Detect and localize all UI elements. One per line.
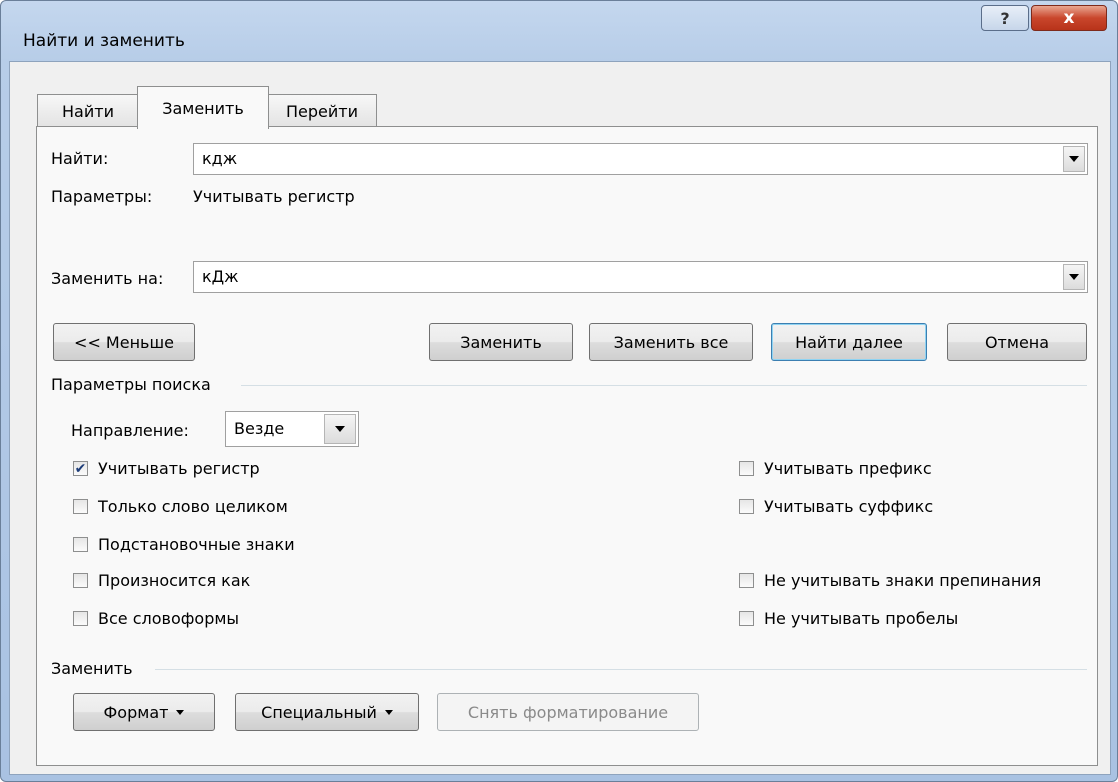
close-button[interactable]: x xyxy=(1031,5,1107,31)
checkbox-box[interactable] xyxy=(739,499,754,514)
dialog-body: Найти Заменить Перейти Найти: кдж Параме… xyxy=(9,61,1111,775)
less-button[interactable]: << Меньше xyxy=(53,323,195,361)
checkbox-ignore-whitespace[interactable]: Не учитывать пробелы xyxy=(739,609,958,628)
find-input[interactable]: кдж xyxy=(202,149,237,168)
checkbox-ignore-punctuation[interactable]: Не учитывать знаки препинания xyxy=(739,571,1041,590)
tab-goto[interactable]: Перейти xyxy=(267,94,377,127)
replace-group-divider xyxy=(155,669,1087,670)
chevron-down-icon xyxy=(1069,274,1079,280)
replace-group-heading: Заменить xyxy=(51,659,133,678)
find-next-button-label: Найти далее xyxy=(795,332,903,352)
cancel-button[interactable]: Отмена xyxy=(947,323,1087,361)
checkbox-label: Не учитывать знаки препинания xyxy=(764,571,1042,590)
params-value: Учитывать регистр xyxy=(193,187,355,206)
format-button[interactable]: Формат xyxy=(73,693,215,731)
direction-label: Направление: xyxy=(71,421,189,440)
checkbox-label: Учитывать регистр xyxy=(98,459,260,478)
checkbox-box[interactable] xyxy=(73,499,88,514)
cancel-button-label: Отмена xyxy=(984,332,1050,352)
checkbox-box[interactable]: ✔ xyxy=(73,461,88,476)
params-label: Параметры: xyxy=(51,187,153,206)
help-button[interactable]: ? xyxy=(981,5,1029,31)
search-options-divider xyxy=(241,385,1087,386)
clear-formatting-button-label: Снять форматирование xyxy=(467,702,669,722)
checkbox-box[interactable] xyxy=(73,573,88,588)
less-button-label: << Меньше xyxy=(74,332,174,352)
replace-input[interactable]: кДж xyxy=(202,267,239,286)
replace-button[interactable]: Заменить xyxy=(429,323,573,361)
checkbox-box[interactable] xyxy=(73,537,88,552)
clear-formatting-button: Снять форматирование xyxy=(437,693,699,731)
close-icon: x xyxy=(1063,8,1075,28)
replace-all-button-label: Заменить все xyxy=(613,332,729,352)
direction-dropdown-button[interactable] xyxy=(324,414,356,444)
tab-goto-label: Перейти xyxy=(286,101,358,121)
checkbox-box[interactable] xyxy=(739,611,754,626)
tab-replace-label: Заменить xyxy=(162,98,244,118)
find-dropdown-button[interactable] xyxy=(1063,146,1085,172)
checkbox-word-forms[interactable]: Все словоформы xyxy=(73,609,239,628)
title-bar[interactable]: Найти и заменить ? x xyxy=(1,1,1117,61)
chevron-down-icon xyxy=(1069,156,1079,162)
checkbox-label: Не учитывать пробелы xyxy=(764,609,959,628)
find-replace-dialog: Найти и заменить ? x Найти Заменить Пере… xyxy=(0,0,1118,782)
replace-label: Заменить на: xyxy=(51,269,164,288)
direction-select[interactable]: Везде xyxy=(225,411,359,447)
direction-value: Везде xyxy=(234,419,285,438)
replace-button-label: Заменить xyxy=(460,332,542,352)
dialog-title: Найти и заменить xyxy=(23,31,185,51)
dropdown-arrow-icon xyxy=(384,709,393,715)
checkbox-sounds-like[interactable]: Произносится как xyxy=(73,571,250,590)
checkbox-label: Только слово целиком xyxy=(98,497,288,516)
replace-combo[interactable]: кДж xyxy=(193,261,1088,293)
checkbox-label: Учитывать суффикс xyxy=(764,497,934,516)
checkbox-whole-word[interactable]: Только слово целиком xyxy=(73,497,288,516)
checkbox-label: Учитывать префикс xyxy=(764,459,932,478)
checkbox-match-prefix[interactable]: Учитывать префикс xyxy=(739,459,932,478)
special-button-label: Специальный xyxy=(261,702,377,722)
find-combo[interactable]: кдж xyxy=(193,143,1088,175)
find-next-button[interactable]: Найти далее xyxy=(771,323,927,361)
search-options-heading: Параметры поиска xyxy=(51,375,211,394)
chevron-down-icon xyxy=(335,426,345,432)
tab-replace[interactable]: Заменить xyxy=(137,86,269,129)
format-button-label: Формат xyxy=(103,702,169,722)
checkbox-match-suffix[interactable]: Учитывать суффикс xyxy=(739,497,933,516)
checkbox-box[interactable] xyxy=(739,461,754,476)
tab-find-label: Найти xyxy=(62,101,114,121)
checkbox-label: Произносится как xyxy=(98,571,251,590)
checkbox-match-case[interactable]: ✔ Учитывать регистр xyxy=(73,459,260,478)
tab-find[interactable]: Найти xyxy=(37,94,139,127)
checkbox-box[interactable] xyxy=(739,573,754,588)
help-icon: ? xyxy=(1000,8,1010,28)
find-label: Найти: xyxy=(51,149,109,168)
replace-tab-panel: Найти: кдж Параметры: Учитывать регистр … xyxy=(36,126,1098,766)
checkbox-box[interactable] xyxy=(73,611,88,626)
replace-dropdown-button[interactable] xyxy=(1063,264,1085,290)
dropdown-arrow-icon xyxy=(176,709,185,715)
special-button[interactable]: Специальный xyxy=(235,693,419,731)
replace-all-button[interactable]: Заменить все xyxy=(589,323,753,361)
checkbox-label: Подстановочные знаки xyxy=(98,535,295,554)
checkbox-label: Все словоформы xyxy=(98,609,240,628)
checkbox-wildcards[interactable]: Подстановочные знаки xyxy=(73,535,295,554)
